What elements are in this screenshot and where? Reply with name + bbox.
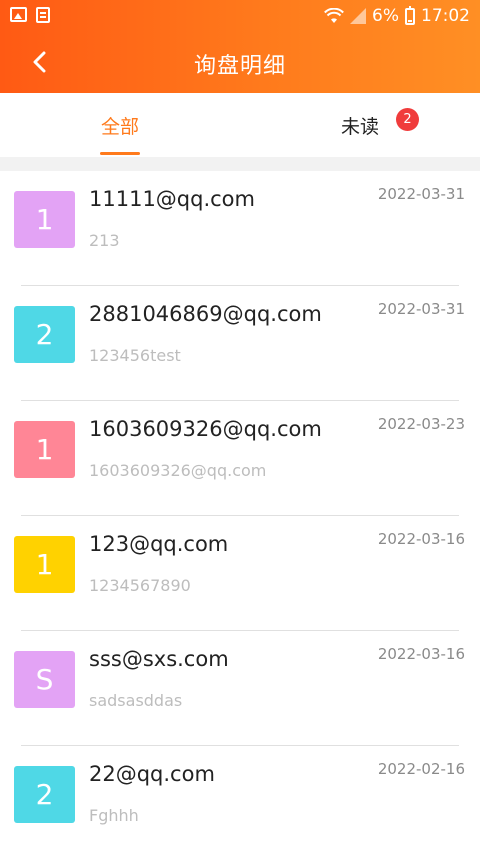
section-separator [0,157,480,171]
status-bar: 6% 17:02 [0,0,480,33]
tab-all-label: 全部 [100,115,139,138]
item-date: 2022-02-16 [377,760,465,778]
active-tab-indicator [100,152,140,155]
list-item[interactable]: 2 22@qq.com Fghhh 2022-02-16 [0,746,480,853]
avatar: 2 [14,306,75,363]
battery-icon [405,5,415,25]
tab-unread-label: 未读 [340,115,379,138]
message-preview: 213 [89,231,120,250]
gallery-notification-icon [10,7,27,22]
list-item[interactable]: 1 11111@qq.com 213 2022-03-31 [0,171,480,286]
app-header: 6% 17:02 询盘明细 [0,0,480,93]
item-date: 2022-03-16 [377,645,465,663]
clock: 17:02 [421,6,470,26]
signal-icon [350,8,367,24]
item-date: 2022-03-16 [377,530,465,548]
item-date: 2022-03-31 [377,300,465,318]
message-preview: sadsasddas [89,691,183,710]
unread-count-badge: 2 [396,108,419,131]
avatar: 1 [14,536,75,593]
sender-email: 11111@qq.com [89,187,255,211]
sender-email: sss@sxs.com [89,647,229,671]
wifi-icon [324,8,344,23]
avatar: 2 [14,766,75,823]
sender-email: 123@qq.com [89,532,229,556]
message-preview: Fghhh [89,806,139,825]
inquiry-list: 1 11111@qq.com 213 2022-03-31 2 28810468… [0,171,480,853]
list-item[interactable]: 1 1603609326@qq.com 1603609326@qq.com 20… [0,401,480,516]
message-preview: 123456test [89,346,181,365]
tab-all[interactable]: 全部 [0,93,240,157]
list-item[interactable]: S sss@sxs.com sadsasddas 2022-03-16 [0,631,480,746]
page-title: 询盘明细 [193,54,286,79]
avatar: 1 [14,421,75,478]
battery-percent: 6% [372,6,399,26]
sender-email: 1603609326@qq.com [89,417,322,441]
message-preview: 1603609326@qq.com [89,461,267,480]
avatar: 1 [14,191,75,248]
list-item[interactable]: 1 123@qq.com 1234567890 2022-03-16 [0,516,480,631]
item-date: 2022-03-23 [377,415,465,433]
item-date: 2022-03-31 [377,185,465,203]
tab-unread[interactable]: 未读 [240,93,480,157]
sender-email: 22@qq.com [89,762,215,786]
sender-email: 2881046869@qq.com [89,302,322,326]
avatar: S [14,651,75,708]
document-notification-icon [36,7,50,23]
message-preview: 1234567890 [89,576,191,595]
list-item[interactable]: 2 2881046869@qq.com 123456test 2022-03-3… [0,286,480,401]
